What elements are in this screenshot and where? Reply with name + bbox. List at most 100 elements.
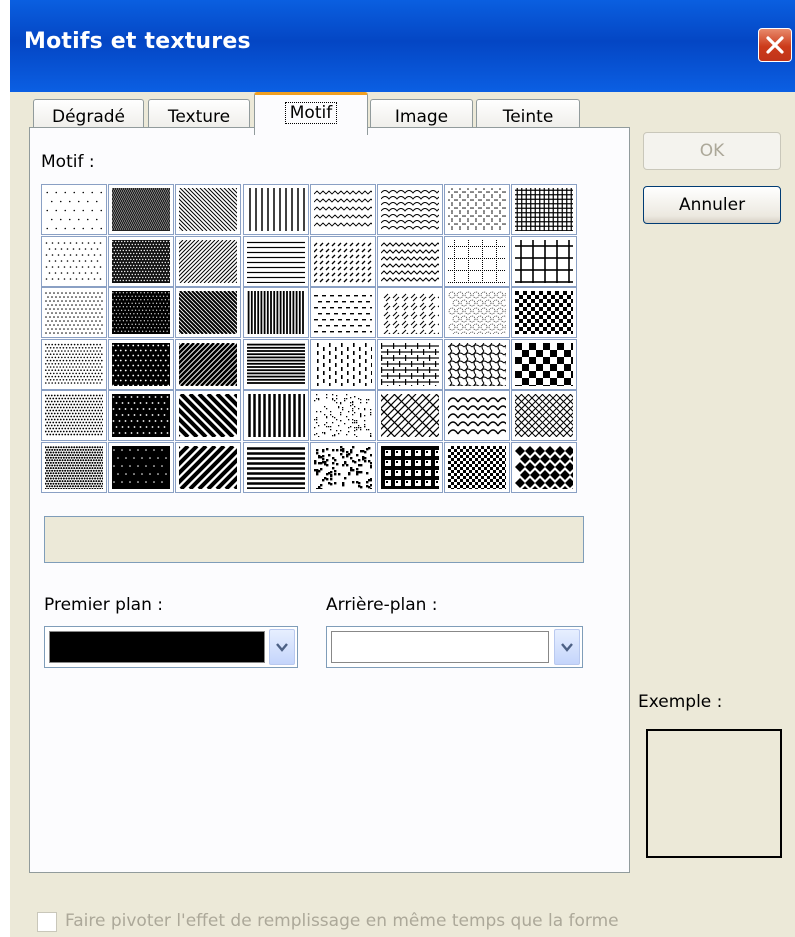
- pattern-dark-up-diagonal[interactable]: [175, 338, 242, 390]
- pattern-dots-5[interactable]: [41, 184, 107, 235]
- pattern-sphere[interactable]: [444, 287, 511, 338]
- pattern-small-wave[interactable]: [309, 184, 376, 235]
- pattern-narrow-vertical[interactable]: [242, 390, 309, 441]
- pattern-swatch: [448, 239, 507, 283]
- pattern-small-confetti[interactable]: [309, 390, 376, 441]
- pattern-trellis[interactable]: [444, 441, 511, 493]
- pattern-divot[interactable]: [377, 287, 443, 338]
- pattern-swatch: [515, 291, 574, 334]
- pattern-dots-30[interactable]: [41, 390, 107, 441]
- pattern-dashed-horizontal[interactable]: [309, 287, 376, 338]
- motif-label: Motif :: [41, 152, 95, 172]
- pattern-dots-40[interactable]: [41, 441, 107, 493]
- motif-tab-panel: Motif : Premier plan : Arrière-plan :: [29, 127, 630, 873]
- pattern-swatch: [448, 342, 507, 386]
- background-color-dropdown[interactable]: [326, 626, 583, 668]
- pattern-light-horizontal[interactable]: [242, 235, 309, 287]
- pattern-swatch: [515, 239, 574, 283]
- foreground-color-swatch: [49, 631, 265, 663]
- pattern-dots-90[interactable]: [108, 441, 175, 493]
- tab-motif[interactable]: Motif: [254, 92, 368, 135]
- foreground-dropdown-button[interactable]: [269, 629, 295, 665]
- pattern-swatch: [448, 394, 507, 437]
- pattern-swatch: [381, 291, 439, 334]
- pattern-swatch: [381, 342, 439, 386]
- foreground-color-dropdown[interactable]: [44, 626, 298, 668]
- pattern-dark-horizontal[interactable]: [242, 338, 309, 390]
- pattern-swatch: [112, 445, 171, 489]
- window-title: Motifs et textures: [24, 29, 251, 54]
- pattern-swatch: [515, 342, 574, 386]
- pattern-swatch: [179, 445, 238, 489]
- chevron-down-icon: [561, 643, 573, 652]
- pattern-wide-dark-down-diagonal[interactable]: [175, 390, 242, 441]
- pattern-wide-down-diagonal[interactable]: [175, 184, 242, 235]
- rotate-fill-checkbox[interactable]: [37, 912, 57, 932]
- pattern-wide-up-diagonal[interactable]: [175, 235, 242, 287]
- pattern-swatch: [112, 291, 171, 334]
- pattern-swatch: [179, 239, 238, 283]
- background-color-swatch: [331, 631, 549, 663]
- pattern-swatch: [179, 342, 238, 386]
- close-button[interactable]: [758, 28, 792, 62]
- pattern-swatch: [246, 239, 305, 283]
- pattern-small-grid[interactable]: [511, 184, 578, 235]
- pattern-dark-vertical[interactable]: [242, 287, 309, 338]
- rotate-fill-label: Faire pivoter l'effet de remplissage en …: [65, 911, 619, 931]
- pattern-swatch: [112, 188, 171, 231]
- pattern-dots-50[interactable]: [108, 184, 175, 235]
- pattern-wave[interactable]: [377, 184, 443, 235]
- pattern-wide-dark-up-diagonal[interactable]: [175, 441, 242, 493]
- pattern-swatch: [448, 445, 507, 489]
- background-dropdown-button[interactable]: [554, 629, 580, 665]
- pattern-swatch: [179, 291, 238, 334]
- pattern-diagonal-brick[interactable]: [377, 390, 443, 441]
- pattern-dots-25[interactable]: [41, 338, 107, 390]
- pattern-shingle[interactable]: [444, 390, 511, 441]
- pattern-narrow-horizontal[interactable]: [242, 441, 309, 493]
- ok-button[interactable]: OK: [643, 132, 781, 170]
- title-bar: Motifs et textures: [10, 0, 795, 92]
- pattern-dotted-diamond[interactable]: [444, 184, 511, 235]
- pattern-swatch: [246, 394, 305, 437]
- pattern-swatch: [313, 445, 372, 489]
- pattern-large-confetti[interactable]: [309, 441, 376, 493]
- pattern-dots-10[interactable]: [41, 235, 107, 287]
- pattern-zigzag[interactable]: [377, 235, 443, 287]
- pattern-dashed-up-diagonal[interactable]: [309, 235, 376, 287]
- pattern-swatch: [112, 342, 171, 386]
- pattern-swatch: [381, 445, 439, 489]
- pattern-dotted-grid[interactable]: [444, 235, 511, 287]
- pattern-large-checker[interactable]: [511, 338, 578, 390]
- example-preview: [646, 729, 782, 858]
- pattern-outlined-diamond[interactable]: [511, 390, 578, 441]
- pattern-dots-75[interactable]: [108, 338, 175, 390]
- pattern-large-grid[interactable]: [511, 235, 578, 287]
- pattern-plaid[interactable]: [377, 441, 443, 493]
- pattern-swatch: [246, 188, 305, 231]
- pattern-swatch: [246, 342, 305, 386]
- pattern-swatch: [246, 445, 305, 489]
- tab-image-label: Image: [394, 107, 449, 127]
- pattern-swatch: [45, 445, 103, 489]
- pattern-dark-down-diagonal[interactable]: [175, 287, 242, 338]
- tab-degrade-label: Dégradé: [52, 107, 125, 127]
- pattern-swatch: [381, 239, 439, 283]
- pattern-dots-60[interactable]: [108, 235, 175, 287]
- pattern-dots-80[interactable]: [108, 390, 175, 441]
- pattern-swatch: [112, 394, 171, 437]
- pattern-solid-diamond[interactable]: [511, 441, 578, 493]
- tab-texture-label: Texture: [167, 107, 231, 127]
- pattern-dashed-vertical[interactable]: [309, 338, 376, 390]
- pattern-swatch: [45, 239, 103, 283]
- pattern-weave[interactable]: [444, 338, 511, 390]
- pattern-small-checker[interactable]: [511, 287, 578, 338]
- pattern-dots-70[interactable]: [108, 287, 175, 338]
- chevron-down-icon: [276, 643, 288, 652]
- tab-teinte-label: Teinte: [502, 107, 554, 127]
- pattern-dots-20[interactable]: [41, 287, 107, 338]
- cancel-button[interactable]: Annuler: [643, 186, 781, 224]
- pattern-horizontal-brick[interactable]: [377, 338, 443, 390]
- pattern-swatch: [313, 291, 372, 334]
- pattern-light-vertical[interactable]: [242, 184, 309, 235]
